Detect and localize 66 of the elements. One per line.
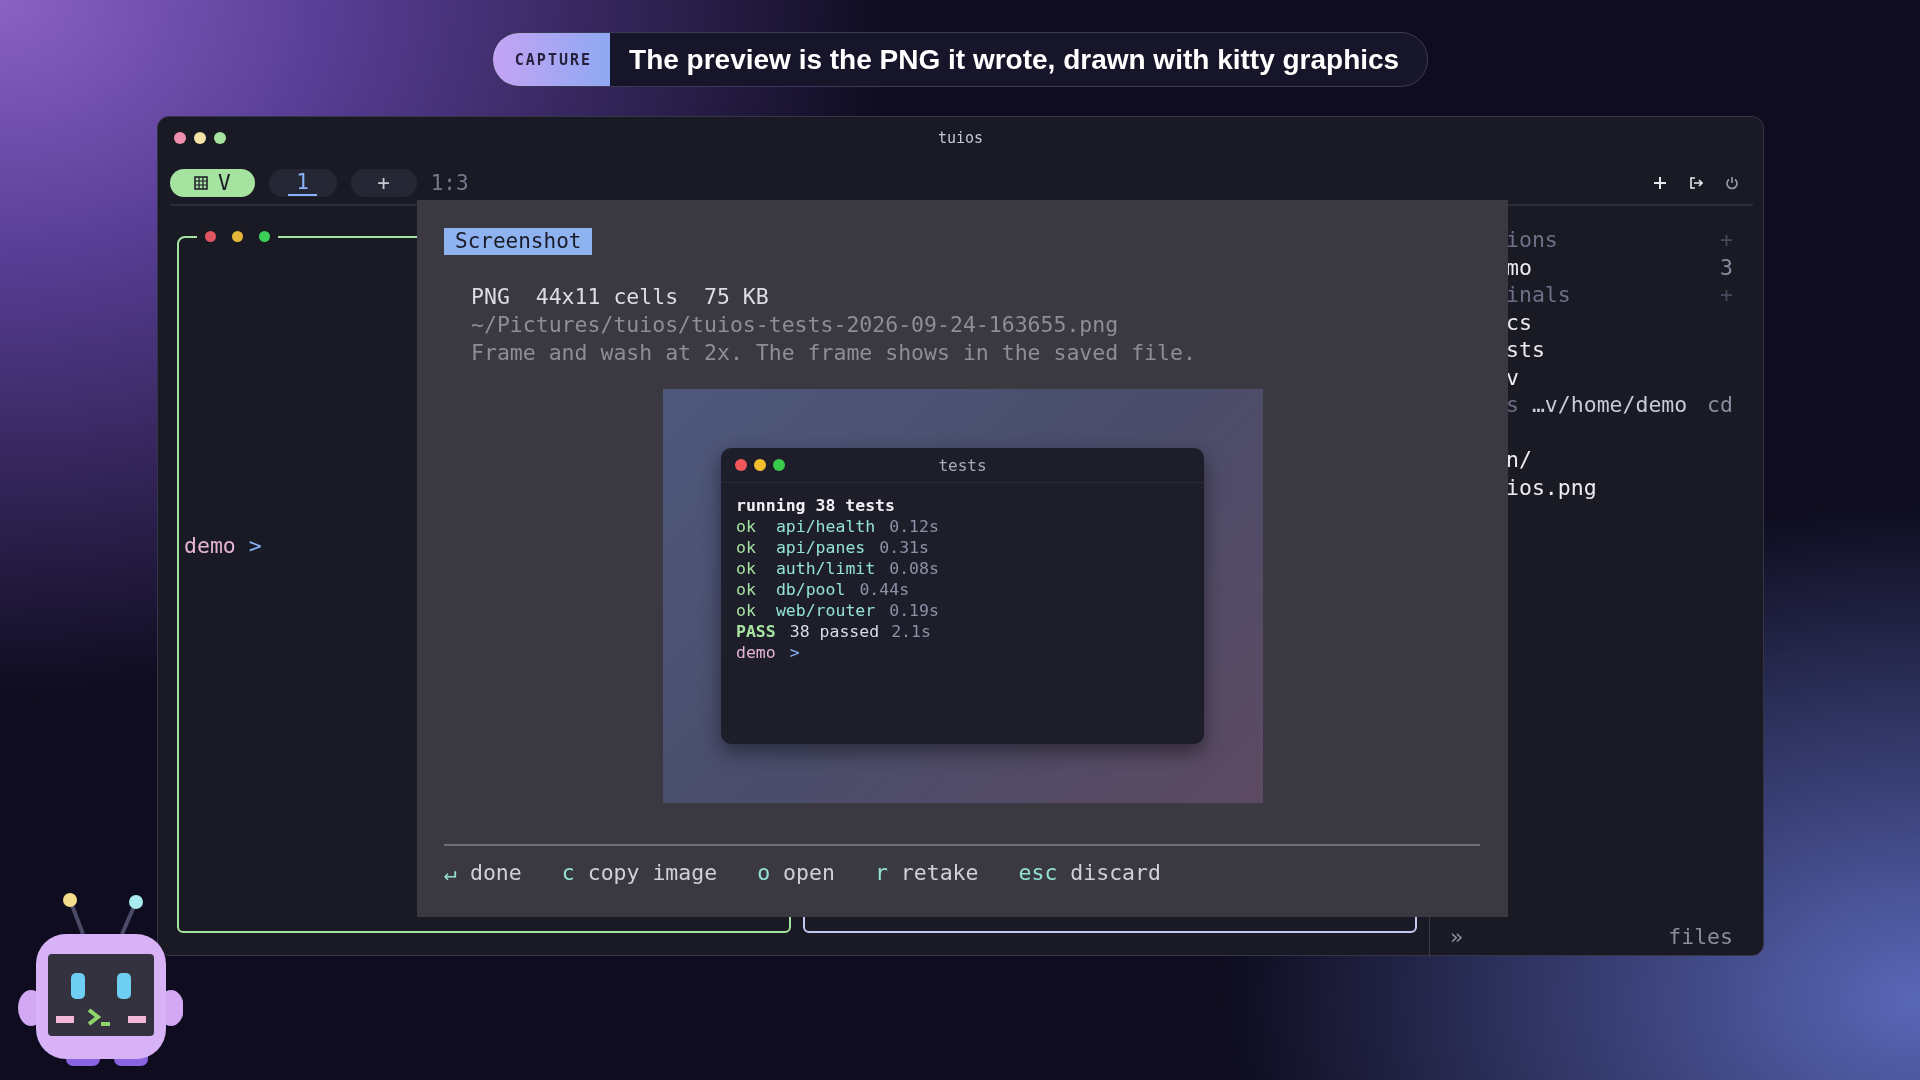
section-header: ions [1506,227,1558,252]
prompt-user: demo [184,533,236,558]
key-hint[interactable]: o open [757,858,835,888]
info-line: Frame and wash at 2x. The frame shows in the saved file. [471,339,1197,367]
test-time: 0.08s [889,558,939,579]
workspace-button[interactable]: V [170,169,255,197]
info-line: ~/Pictures/tuios/tuios-tests-2026-09-24-163655.png [471,311,1120,339]
summary-text: 38 passed [789,621,880,642]
prompt-symbol: > [789,642,800,663]
pane-dot-icon [259,231,270,242]
close-dot-icon [735,459,747,471]
summary-status: PASS [736,621,776,642]
key-hint[interactable]: r retake [874,858,979,888]
expand-button[interactable]: » [1450,922,1463,950]
maximize-button[interactable] [214,132,226,144]
section-header: inals [1506,282,1571,307]
output-line: running 38 tests [736,495,896,516]
tab[interactable]: 1 [268,169,337,197]
prompt-user: demo [736,642,776,663]
test-name: web/router [774,600,876,621]
close-button[interactable] [174,132,186,144]
session-item[interactable]: sts [1506,337,1545,362]
sidebar-value: 3 [1720,253,1733,281]
sidebar-value: cd [1707,391,1733,419]
test-name: db/pool [774,579,846,600]
test-time: 0.12s [889,516,939,537]
window-title: tuios [937,129,984,147]
layout-indicator: 1:3 [430,171,469,195]
plus-icon[interactable] [1653,176,1667,190]
key-hint[interactable]: c copy image [561,858,718,888]
info-line: PNG 44x11 cells 75 KB [471,283,770,311]
test-status: ok [736,537,756,558]
session-item[interactable]: cs [1506,309,1532,335]
test-time: 0.19s [889,600,939,621]
test-name: api/panes [774,537,866,558]
exit-icon[interactable] [1689,176,1703,190]
preview-title: tests [938,455,987,475]
capture-badge: CAPTURE [492,33,611,86]
test-status: ok [736,558,756,579]
key-hint[interactable]: esc discard [1018,858,1161,888]
test-status: ok [736,579,756,600]
path-text: …v/home/demo [1531,392,1688,417]
new-tab-button[interactable]: + [350,169,417,197]
test-name: api/health [774,516,876,537]
minimize-dot-icon [754,459,766,471]
file-item[interactable]: ios.png [1506,473,1733,501]
modal-title: Screenshot [444,228,593,255]
summary-time: 2.1s [891,621,931,642]
pane-dot-icon [205,231,216,242]
sidebar-text: s [1506,392,1519,417]
test-name: auth/limit [774,558,876,579]
grid-icon [194,176,208,190]
files-tab[interactable]: files [1668,922,1733,950]
maximize-dot-icon [773,459,785,471]
power-icon[interactable] [1725,176,1739,190]
session-item[interactable]: v [1506,364,1519,390]
test-time: 0.44s [859,579,910,600]
prompt-symbol: > [248,533,262,558]
key-hint[interactable]: ↵ done [444,858,522,888]
caption-text: The preview is the PNG it wrote, drawn with kitty graphics [628,42,1401,77]
minimize-button[interactable] [194,132,206,144]
test-status: ok [736,600,756,621]
file-item[interactable]: n/ [1506,446,1733,474]
pane-dot-icon [232,231,243,242]
test-time: 0.31s [879,537,929,558]
test-status: ok [736,516,756,537]
